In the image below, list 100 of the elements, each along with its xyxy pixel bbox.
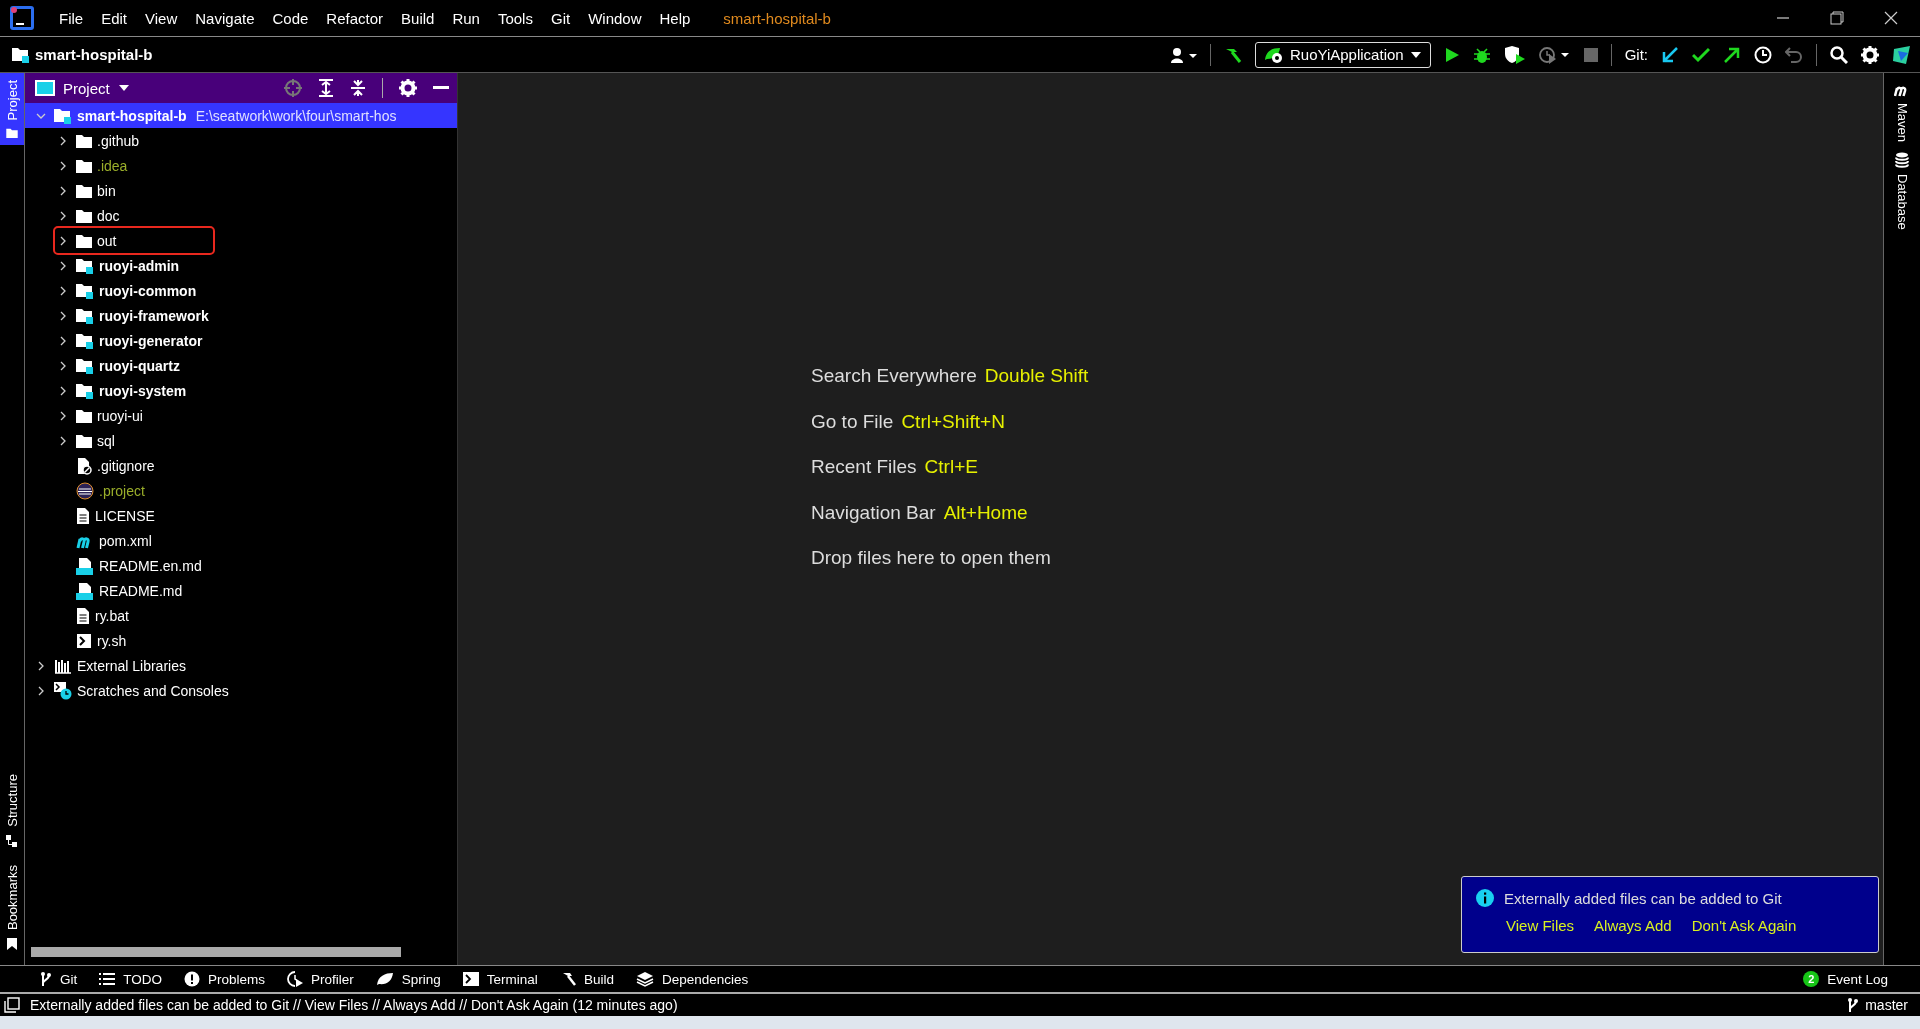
folder-icon bbox=[76, 433, 92, 448]
search-icon[interactable] bbox=[1830, 45, 1848, 64]
bug-icon[interactable] bbox=[1472, 45, 1491, 64]
view-selector[interactable]: Project bbox=[35, 79, 130, 97]
settings-icon[interactable] bbox=[399, 79, 417, 97]
profiler-icon bbox=[287, 971, 304, 987]
tree-item[interactable]: .project bbox=[25, 478, 457, 503]
window-icon bbox=[35, 80, 55, 96]
tree-item[interactable]: ruoyi-framework bbox=[25, 303, 457, 328]
tool-window-tab[interactable]: Structure bbox=[0, 767, 24, 854]
tool-window-tab[interactable]: Terminal bbox=[462, 971, 538, 987]
menu-item[interactable]: Build bbox=[392, 9, 444, 27]
tool-window-tab[interactable]: Build bbox=[559, 971, 614, 987]
tree-item[interactable]: ruoyi-admin bbox=[25, 253, 457, 278]
close-icon[interactable] bbox=[1884, 11, 1898, 25]
menu-item[interactable]: Tools bbox=[488, 9, 542, 27]
tree-item[interactable]: ruoyi-generator bbox=[25, 328, 457, 353]
event-log-tab[interactable]: 2 Event Log bbox=[1803, 971, 1888, 987]
markdown-file-icon bbox=[76, 556, 94, 575]
stop-icon[interactable] bbox=[1583, 47, 1598, 62]
module-folder-icon bbox=[76, 332, 94, 349]
tree-item[interactable]: LICENSE bbox=[25, 503, 457, 528]
terminal-icon bbox=[462, 971, 479, 987]
settings-icon[interactable] bbox=[1861, 45, 1879, 64]
menu-item[interactable]: Run bbox=[443, 9, 489, 27]
tree-item[interactable]: sql bbox=[25, 428, 457, 453]
problems-icon bbox=[184, 971, 201, 987]
menu-item[interactable]: Refactor bbox=[317, 9, 393, 27]
structure-icon bbox=[6, 834, 18, 847]
tree-item[interactable]: smart-hospital-b E:\seatwork\work\four\smart-hos bbox=[25, 103, 457, 128]
tool-window-tab[interactable]: Problems bbox=[184, 971, 266, 987]
tool-window-tab[interactable]: Dependencies bbox=[635, 971, 749, 987]
menu-item[interactable]: Window bbox=[579, 9, 651, 27]
tree-item[interactable]: ry.sh bbox=[25, 628, 457, 653]
git-branch-widget[interactable]: master bbox=[1847, 997, 1908, 1013]
shield-play-icon[interactable] bbox=[1503, 45, 1526, 64]
tool-window-tab[interactable]: Bookmarks bbox=[0, 857, 24, 957]
tree-item[interactable]: .gitignore bbox=[25, 453, 457, 478]
check-icon[interactable] bbox=[1692, 46, 1710, 63]
push-arrow-icon[interactable] bbox=[1723, 45, 1741, 64]
tree-item[interactable]: ry.bat bbox=[25, 603, 457, 628]
tree-item[interactable]: ruoyi-ui bbox=[25, 403, 457, 428]
notification-link[interactable]: Don't Ask Again bbox=[1691, 917, 1797, 934]
locate-icon[interactable] bbox=[284, 79, 302, 97]
tree-item[interactable]: README.md bbox=[25, 578, 457, 603]
expand-all-icon[interactable] bbox=[318, 79, 334, 97]
panels-icon[interactable] bbox=[4, 997, 20, 1013]
tool-window-tab[interactable]: Spring bbox=[375, 971, 441, 987]
module-folder-icon bbox=[54, 107, 72, 124]
tool-window-tab[interactable]: Profiler bbox=[287, 971, 354, 987]
tool-window-tab[interactable]: TODO bbox=[99, 971, 163, 987]
tree-item[interactable]: doc bbox=[25, 203, 457, 228]
markdown-file-icon bbox=[76, 581, 94, 600]
undo-icon[interactable] bbox=[1785, 45, 1803, 64]
run-icon[interactable] bbox=[1443, 46, 1460, 63]
menu-item[interactable]: Navigate bbox=[186, 9, 264, 27]
text-file-icon bbox=[76, 506, 90, 525]
tree-item[interactable]: ruoyi-common bbox=[25, 278, 457, 303]
menu-item[interactable]: Code bbox=[263, 9, 318, 27]
tree-item[interactable]: out bbox=[25, 228, 457, 253]
breadcrumb[interactable]: smart-hospital-b bbox=[12, 46, 153, 63]
tree-item[interactable]: External Libraries bbox=[25, 653, 457, 678]
collapse-all-icon[interactable] bbox=[350, 79, 366, 97]
tree-item[interactable]: pom.xml bbox=[25, 528, 457, 553]
bookmark-icon bbox=[7, 938, 17, 950]
menu-item[interactable]: Edit bbox=[92, 9, 137, 27]
run-configuration-dropdown[interactable]: RuoYiApplication bbox=[1254, 41, 1431, 68]
menu-item[interactable]: View bbox=[136, 9, 187, 27]
user-icon[interactable] bbox=[1170, 46, 1197, 63]
app-logo-icon[interactable] bbox=[1892, 44, 1912, 65]
tree-item[interactable]: .idea bbox=[25, 153, 457, 178]
ignored-file-icon bbox=[76, 456, 92, 475]
tool-window-tab[interactable]: Maven bbox=[1894, 83, 1910, 143]
minimize-icon[interactable] bbox=[433, 86, 449, 90]
tree-item[interactable]: .github bbox=[25, 128, 457, 153]
scrollbar[interactable] bbox=[31, 947, 401, 957]
history-icon[interactable] bbox=[1754, 45, 1772, 64]
folder-icon bbox=[6, 128, 18, 139]
module-folder-icon bbox=[76, 257, 94, 274]
menu-item[interactable]: Git bbox=[541, 9, 580, 27]
shortcut-hint: Go to File Ctrl+Shift+N bbox=[811, 410, 1006, 433]
clock-play-icon[interactable] bbox=[1538, 45, 1571, 64]
status-message[interactable]: Externally added files can be added to Git // View Files // Always Add // Don't Ask Again (12 minutes ago) bbox=[30, 997, 678, 1013]
tree-item[interactable]: ruoyi-quartz bbox=[25, 353, 457, 378]
database-icon bbox=[1895, 152, 1909, 169]
tree-item[interactable]: README.en.md bbox=[25, 553, 457, 578]
menu-item[interactable]: Help bbox=[650, 9, 700, 27]
window-title: smart-hospital-b bbox=[723, 9, 831, 27]
folder-icon bbox=[76, 408, 92, 423]
tool-window-tab[interactable]: Database bbox=[1894, 152, 1910, 230]
tree-item[interactable]: ruoyi-system bbox=[25, 378, 457, 403]
notification-link[interactable]: Always Add bbox=[1594, 917, 1672, 934]
tool-window-tab[interactable]: Project bbox=[0, 73, 24, 146]
tree-item[interactable]: Scratches and Consoles bbox=[25, 678, 457, 703]
notification-link[interactable]: View Files bbox=[1506, 917, 1575, 934]
tool-window-tab[interactable]: Git bbox=[40, 971, 78, 987]
restore-icon[interactable] bbox=[1830, 11, 1844, 25]
update-arrow-icon[interactable] bbox=[1661, 45, 1679, 64]
menu-item[interactable]: File bbox=[50, 9, 93, 27]
tree-item[interactable]: bin bbox=[25, 178, 457, 203]
